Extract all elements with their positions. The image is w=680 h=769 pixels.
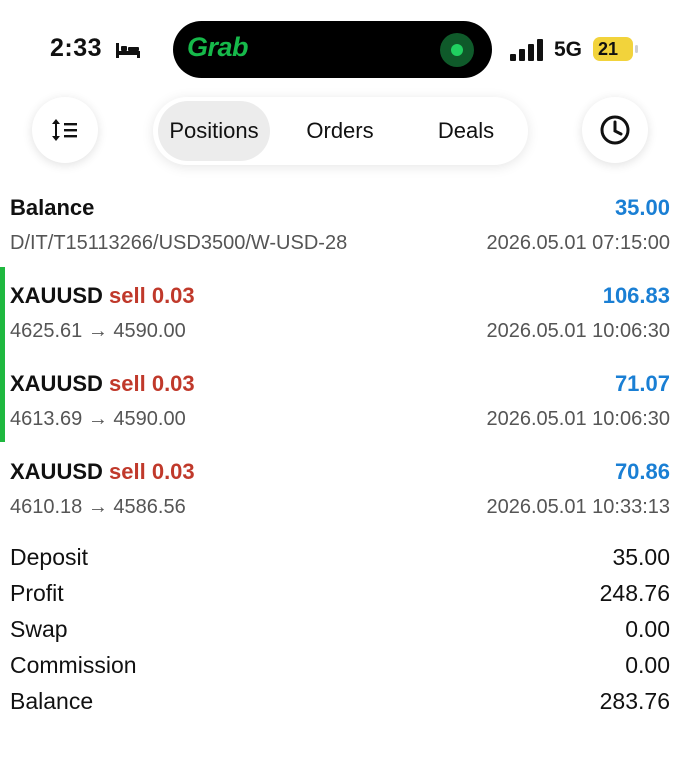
network-type: 5G [554,38,583,61]
summary-value: 35.00 [612,544,670,570]
deal-time: 2026.05.01 10:33:13 [486,496,670,518]
grab-live-indicator-icon [440,33,474,67]
tab-positions[interactable]: Positions [158,101,270,161]
summary-label: Deposit [10,544,88,570]
dynamic-island[interactable]: Grab [173,21,492,78]
deal-row[interactable]: Balance 35.00 D/IT/T15113266/USD3500/W-U… [0,185,680,273]
deal-title: XAUUSD sell 0.03 [10,371,195,397]
deal-row[interactable]: XAUUSD sell 0.03 71.07 4613.69 → 4590.00… [0,361,680,449]
deal-prices: 4625.61 → 4590.00 [10,320,186,342]
deal-row[interactable]: XAUUSD sell 0.03 106.83 4625.61 → 4590.0… [0,273,680,361]
account-summary: Deposit 35.00 Profit 248.76 Swap 0.00 Co… [0,540,680,720]
summary-profit: Profit 248.76 [0,576,680,612]
summary-balance: Balance 283.76 [0,684,680,720]
tab-orders[interactable]: Orders [285,101,395,161]
deal-amount: 35.00 [614,195,670,220]
grab-logo: Grab [187,32,249,62]
deal-symbol: XAUUSD [10,459,103,484]
history-button[interactable] [582,97,648,163]
deal-time: 2026.05.01 10:06:30 [486,408,670,430]
deal-side: sell 0.03 [109,371,195,396]
cellular-signal-icon [510,39,543,61]
clock-icon [600,115,630,145]
deal-row[interactable]: XAUUSD sell 0.03 70.86 4610.18 → 4586.56… [0,449,680,537]
bed-icon [116,43,140,58]
summary-value: 0.00 [625,652,670,678]
view-tabs: Positions Orders Deals [153,97,528,165]
clock-time: 2:33 [50,34,103,62]
summary-value: 283.76 [599,688,670,714]
deal-amount: 106.83 [602,283,670,308]
summary-value: 0.00 [625,616,670,642]
deal-side: sell 0.03 [109,283,195,308]
deal-symbol: XAUUSD [10,371,103,396]
deal-prices: 4613.69 → 4590.00 [10,408,186,430]
summary-label: Swap [10,616,68,642]
summary-deposit: Deposit 35.00 [0,540,680,576]
sort-button[interactable] [32,97,98,163]
deal-title: XAUUSD sell 0.03 [10,283,195,309]
summary-label: Profit [10,580,64,606]
sort-icon [52,119,77,141]
summary-commission: Commission 0.00 [0,648,680,684]
deal-comment: D/IT/T15113266/USD3500/W-USD-28 [10,232,348,254]
summary-value: 248.76 [599,580,670,606]
deal-amount: 71.07 [614,371,670,396]
tab-deals[interactable]: Deals [411,101,521,161]
summary-swap: Swap 0.00 [0,612,680,648]
deal-title: XAUUSD sell 0.03 [10,459,195,485]
deal-symbol: Balance [10,195,95,220]
deal-time: 2026.05.01 10:06:30 [486,320,670,342]
deal-side: sell 0.03 [109,459,195,484]
deal-time: 2026.05.01 07:15:00 [486,232,670,254]
battery-icon: 21 [593,37,638,61]
deal-prices: 4610.18 → 4586.56 [10,496,186,518]
status-bar: 2:33 Grab 5G 21 [0,0,680,100]
battery-level: 21 [598,39,619,59]
summary-label: Balance [10,688,94,714]
summary-label: Commission [10,652,137,678]
deal-amount: 70.86 [614,459,670,484]
toolbar: Positions Orders Deals [0,97,680,167]
deal-symbol: XAUUSD [10,283,103,308]
